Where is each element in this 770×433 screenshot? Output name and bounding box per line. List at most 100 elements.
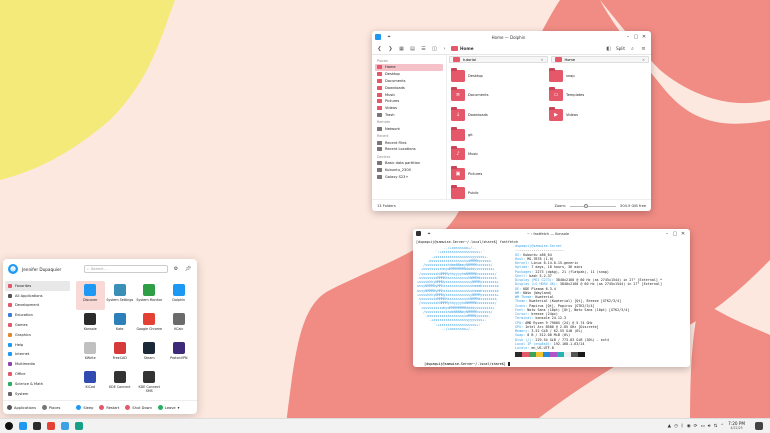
app-tile[interactable]: KDE Connect [106,368,135,397]
category-item[interactable]: Education [5,310,70,320]
place-home[interactable]: Home [375,64,443,71]
app-tile[interactable]: KCalc [165,310,194,339]
category-item[interactable]: All Applications [5,291,70,301]
category-item[interactable]: Games [5,320,70,330]
device-galaxy[interactable]: Galaxy S23+ [375,173,443,180]
tab-tutorial[interactable]: tutorial ✕ [449,56,548,63]
folder-item[interactable]: ▶ Videos [549,105,647,125]
app-tile[interactable]: Google Chrome [135,310,164,339]
forward-icon[interactable]: ❯ [387,45,394,52]
task-dolphin[interactable] [17,420,29,432]
terminal-area[interactable]: [dupaquij@samwise-Server~/.local/share$]… [413,238,690,358]
place-network[interactable]: Network [375,125,443,132]
folder-item[interactable]: ♪ Music [451,144,549,164]
updates-icon[interactable]: ⟳ [694,424,698,429]
back-icon[interactable]: ❮ [376,45,383,52]
compact-view-icon[interactable]: ▤ [409,45,416,52]
applications-tab[interactable]: Applications [7,405,36,410]
place-recent-locations[interactable]: Recent Locations [375,146,443,153]
digital-clock[interactable]: 7:20 PM 4/22/25 [728,421,745,431]
category-item[interactable]: System [5,389,70,399]
restart-button[interactable]: Restart [99,405,119,410]
dolphin-window[interactable]: ⌖ Home — Dolphin – ▢ ✕ ❮ ❯ ▦ ▤ ☰ ◫ › Hom… [372,31,651,211]
shutdown-button[interactable]: Shut Down [125,405,152,410]
maximize-button[interactable]: ▢ [632,34,640,40]
app-tile[interactable]: KiCad [76,368,105,397]
konsole-titlebar[interactable]: ⌖ ~ : fastfetch — Konsole – ▢ ✕ [413,229,690,238]
breadcrumb-chevron-icon[interactable]: › [442,45,447,52]
place-desktop[interactable]: Desktop [375,71,443,78]
app-tile[interactable]: System Settings [106,281,135,310]
category-item[interactable]: Office [5,369,70,379]
folder-item[interactable]: snap [549,66,647,86]
zoom-slider-handle[interactable] [584,204,589,208]
user-avatar[interactable]: ☻ [8,264,18,274]
preview-icon[interactable]: ◫ [431,45,438,52]
app-tile[interactable]: KWrite [76,339,105,368]
category-item[interactable]: Multimedia [5,359,70,369]
konsole-app-icon[interactable] [416,231,421,236]
places-tab[interactable]: Places [41,405,60,410]
sleep-button[interactable]: Sleep [76,405,93,410]
close-button[interactable]: ✕ [679,231,687,237]
folder-item[interactable]: Public [451,184,549,204]
app-tile[interactable]: Kate [106,310,135,339]
place-pictures[interactable]: Pictures [375,98,443,105]
close-tab-icon[interactable]: ✕ [540,58,543,62]
place-videos[interactable]: Videos [375,105,443,112]
battery-icon[interactable]: ▭ [700,424,704,429]
app-tile[interactable]: KDE Connect SMS [135,368,164,397]
konsole-window[interactable]: ⌖ ~ : fastfetch — Konsole – ▢ ✕ [dupaqui… [413,229,690,367]
pin-icon[interactable]: ⌖ [385,34,393,40]
tray-expand-icon[interactable]: ⌃ [720,424,724,429]
category-item[interactable]: Development [5,301,70,311]
folder-item[interactable]: git [451,125,549,145]
zoom-slider[interactable] [570,204,617,208]
place-trash[interactable]: Trash [375,112,443,119]
connect-icon[interactable]: ◉ [687,424,691,429]
category-item[interactable]: Favorites [5,281,70,291]
minimize-button[interactable]: – [624,34,632,40]
notification-icon[interactable]: ▲ [668,424,671,429]
folder-item[interactable]: ▣ Pictures [451,164,549,184]
app-tile[interactable]: Steam [135,339,164,368]
task-chrome[interactable] [45,420,57,432]
app-tile[interactable]: Discover [76,281,105,310]
device-kubuntu[interactable]: Kubuntu_2300 [375,167,443,174]
hamburger-menu-icon[interactable]: ≡ [640,45,647,52]
category-item[interactable]: Help [5,340,70,350]
app-tile[interactable]: ProtonVPN [165,339,194,368]
task-app-launcher[interactable] [3,420,15,432]
category-item[interactable]: Graphics [5,330,70,340]
place-documents[interactable]: Documents [375,78,443,85]
folder-item[interactable]: ▭ Templates [549,86,647,106]
search-input[interactable]: ⌕ Search... [84,265,168,273]
app-tile[interactable]: System Monitor [135,281,164,310]
icons-view-icon[interactable]: ▦ [398,45,405,52]
configure-icon[interactable]: ⚙ [172,266,180,272]
pin-icon[interactable]: ⌖ [425,231,433,237]
breadcrumb[interactable]: Home [451,46,474,51]
app-tile[interactable]: FreeCAD [106,339,135,368]
category-item[interactable]: Internet [5,350,70,360]
category-item[interactable]: Science & Math [5,379,70,389]
task-discover[interactable] [59,420,71,432]
search-icon[interactable]: ⌕ [629,45,636,52]
folder-item[interactable]: ↓ Downloads [451,105,549,125]
show-desktop-button[interactable] [753,420,765,432]
task-kde-connect[interactable] [73,420,85,432]
dolphin-app-icon[interactable] [375,34,381,40]
minimize-button[interactable]: – [663,231,671,237]
volume-icon[interactable]: 🔊︎ [708,423,711,429]
leave-button[interactable]: Leave ▾ [157,405,179,410]
pin-icon[interactable]: 📌︎ [184,266,192,272]
close-tab-icon[interactable]: ✕ [642,58,645,62]
folder-item[interactable]: ≡ Documents [451,86,549,106]
place-music[interactable]: Music [375,91,443,98]
clipboard-icon[interactable]: ◷ [674,424,678,429]
split-icon[interactable]: ◧ [605,45,612,52]
network-icon[interactable]: ⇅ [714,424,718,429]
dolphin-titlebar[interactable]: ⌖ Home — Dolphin – ▢ ✕ [372,31,651,43]
details-view-icon[interactable]: ☰ [420,45,427,52]
place-downloads[interactable]: Downloads [375,84,443,91]
